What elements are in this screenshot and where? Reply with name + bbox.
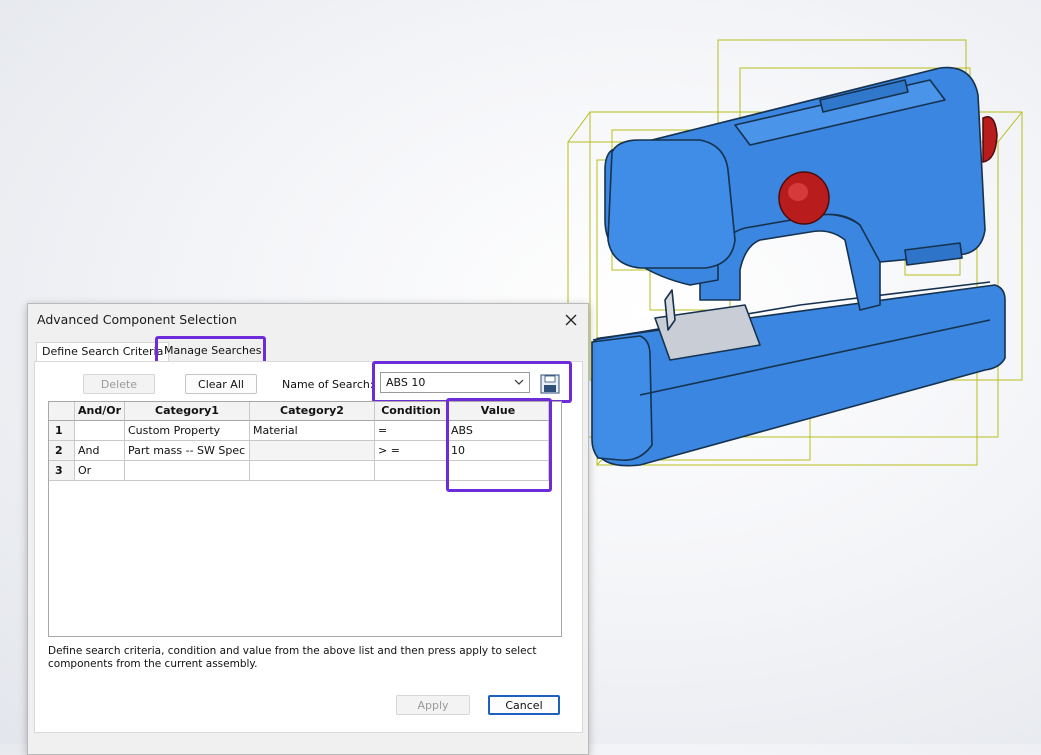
advanced-component-selection-dialog: Advanced Component Selection Define Sear… — [27, 303, 589, 755]
description-text: Define search criteria, condition and va… — [48, 645, 537, 670]
name-of-search-combobox[interactable]: ABS 10 — [380, 372, 530, 393]
cell-value[interactable]: ABS — [448, 421, 549, 441]
delete-button[interactable]: Delete — [83, 374, 155, 394]
cell-condition[interactable]: = — [375, 421, 448, 441]
row-number[interactable]: 1 — [49, 421, 75, 441]
dropdown-arrow-icon — [514, 379, 524, 385]
cell-and-or[interactable] — [75, 421, 125, 441]
cell-category2[interactable] — [250, 441, 375, 461]
tab-manage-searches[interactable]: Manage Searches — [160, 342, 265, 362]
cell-category1[interactable] — [125, 461, 250, 481]
cell-category1[interactable]: Part mass -- SW Spec — [125, 441, 250, 461]
cell-category2[interactable]: Material — [250, 421, 375, 441]
cell-condition[interactable]: > = — [375, 441, 448, 461]
search-criteria-grid[interactable]: And/Or Category1 Category2 Condition Val… — [48, 401, 562, 637]
header-category1: Category1 — [125, 402, 250, 421]
cancel-button[interactable]: Cancel — [488, 695, 560, 715]
save-icon[interactable] — [540, 374, 560, 394]
cell-category2[interactable] — [250, 461, 375, 481]
dialog-title: Advanced Component Selection — [37, 312, 237, 327]
clear-all-button[interactable]: Clear All — [185, 374, 257, 394]
tab-define-search-criteria[interactable]: Define Search Criteria — [36, 342, 170, 363]
close-icon — [565, 314, 577, 326]
dialog-title-bar[interactable]: Advanced Component Selection — [28, 304, 588, 336]
header-and-or: And/Or — [75, 402, 125, 421]
name-of-search-label: Name of Search: — [282, 378, 374, 391]
row-number[interactable]: 3 — [49, 461, 75, 481]
header-category2: Category2 — [250, 402, 375, 421]
close-button[interactable] — [558, 307, 584, 333]
cell-value[interactable] — [448, 461, 549, 481]
apply-button[interactable]: Apply — [396, 695, 470, 715]
cell-and-or[interactable]: And — [75, 441, 125, 461]
grid-corner — [49, 402, 75, 421]
cell-and-or[interactable]: Or — [75, 461, 125, 481]
cell-condition[interactable] — [375, 461, 448, 481]
cell-category1[interactable]: Custom Property — [125, 421, 250, 441]
cell-value[interactable]: 10 — [448, 441, 549, 461]
header-value: Value — [448, 402, 549, 421]
name-of-search-value: ABS 10 — [386, 376, 426, 389]
header-condition: Condition — [375, 402, 448, 421]
row-number[interactable]: 2 — [49, 441, 75, 461]
